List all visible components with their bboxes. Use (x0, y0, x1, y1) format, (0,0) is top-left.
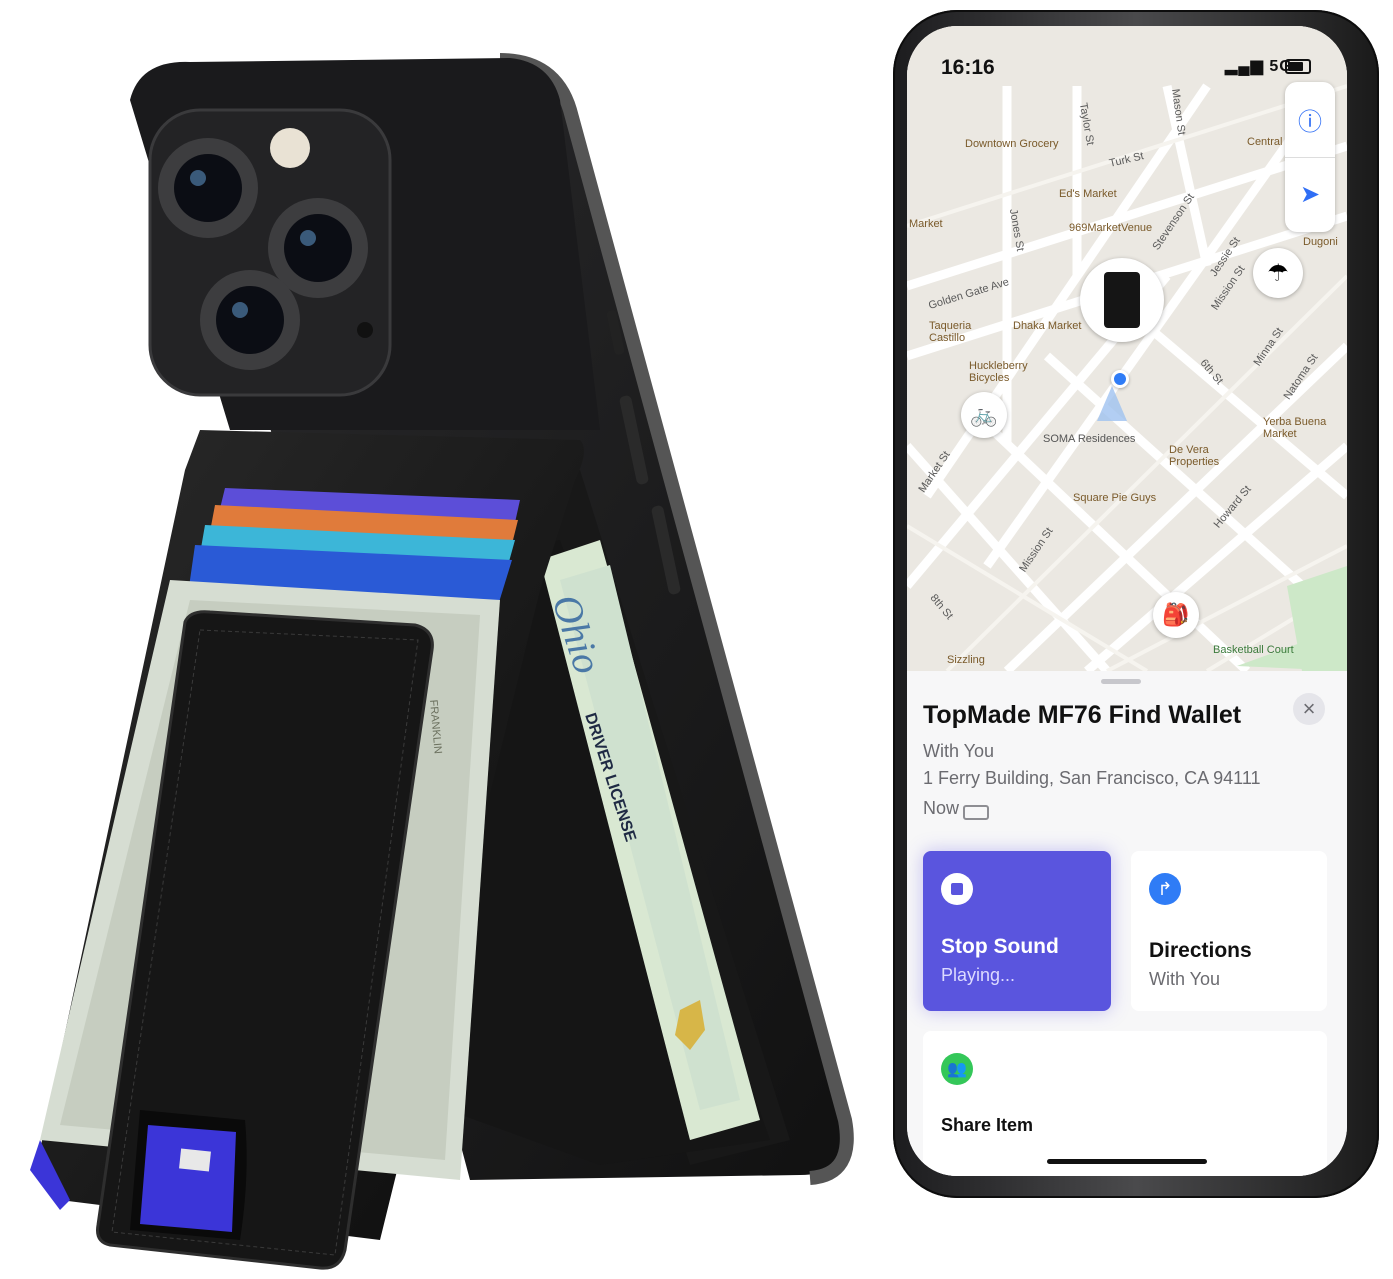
stop-sound-button[interactable]: Stop Sound Playing... (923, 851, 1111, 1011)
info-icon[interactable]: ⓘ (1285, 82, 1335, 158)
poi-taqueria-castillo[interactable]: Taqueria Castillo (929, 320, 989, 344)
poi-dhaka-market[interactable]: Dhaka Market (1013, 320, 1081, 332)
directions-icon: ↱ (1149, 873, 1181, 905)
home-indicator[interactable] (1047, 1159, 1207, 1164)
map-streets (907, 26, 1347, 671)
item-address: 1 Ferry Building, San Francisco, CA 9411… (923, 768, 1261, 788)
map-controls: ⓘ ➤ (1285, 82, 1335, 232)
item-updated: Now (923, 798, 960, 818)
product-photo: Ohio DRIVER LICENSE FRANKLIN (30, 53, 854, 1270)
poi-eds-market[interactable]: Ed's Market (1059, 188, 1117, 200)
poi-huckleberry-bicycles[interactable]: Huckleberry Bicycles (969, 360, 1039, 384)
stop-sound-sub: Playing... (941, 965, 1016, 985)
share-people-icon: 👥 (941, 1053, 973, 1085)
camera-lens-1 (158, 138, 258, 238)
item-title: TopMade MF76 Find Wallet (923, 701, 1242, 729)
item-battery-icon (963, 805, 989, 820)
close-icon[interactable]: × (1293, 693, 1325, 725)
battery-icon (1285, 59, 1311, 74)
umbrella-icon[interactable]: ☂ (1253, 248, 1303, 298)
poi-central[interactable]: Central (1247, 136, 1282, 148)
poi-de-vera-properties[interactable]: De Vera Properties (1169, 444, 1239, 468)
phone-screen: 16:16 ▂▄▆ 5G Golden Gate Ave Turk St Mar… (907, 26, 1347, 1176)
user-location-dot (1111, 370, 1129, 388)
directions-label: Directions (1149, 939, 1252, 962)
poi-downtown-grocery[interactable]: Downtown Grocery (965, 138, 1059, 150)
camera-lens-3 (200, 270, 300, 370)
share-item-label: Share Item (941, 1115, 1034, 1135)
bicycle-icon[interactable]: 🚲 (961, 392, 1007, 438)
directions-button[interactable]: ↱ Directions With You (1131, 851, 1327, 1011)
poi-soma-residences[interactable]: SOMA Residences (1043, 433, 1135, 445)
item-status: With You (923, 741, 995, 761)
signal-icon: ▂▄▆ 5G (1225, 58, 1293, 75)
directions-sub: With You (1149, 969, 1221, 989)
camera-flash (270, 128, 310, 168)
sheet-grabber[interactable] (1101, 679, 1141, 684)
poi-sizzling[interactable]: Sizzling (947, 654, 985, 666)
wallet-pin[interactable] (1080, 258, 1164, 342)
poi-square-pie-guys[interactable]: Square Pie Guys (1073, 492, 1156, 504)
share-item-button[interactable]: 👥 Share Item (923, 1031, 1327, 1176)
location-arrow-icon[interactable]: ➤ (1285, 157, 1335, 232)
poi-market[interactable]: Market (909, 218, 943, 230)
stop-sound-label: Stop Sound (941, 935, 1059, 958)
item-detail-sheet: TopMade MF76 Find Wallet × With You 1 Fe… (907, 671, 1347, 1176)
poi-basketball-court[interactable]: Basketball Court (1213, 644, 1294, 656)
stop-icon (941, 873, 973, 905)
wallet-thumbnail-icon (1104, 272, 1140, 328)
poi-969marketvenue[interactable]: 969MarketVenue (1069, 222, 1152, 234)
status-bar: 16:16 ▂▄▆ 5G (907, 26, 1347, 86)
status-time: 16:16 (941, 56, 995, 79)
poi-yerba-buena-market[interactable]: Yerba Buena Market (1263, 416, 1333, 440)
poi-dugoni[interactable]: Dugoni (1303, 236, 1338, 248)
backpack-icon[interactable]: 🎒 (1153, 592, 1199, 638)
map-view[interactable]: Golden Gate Ave Turk St Market St Missio… (907, 26, 1347, 671)
